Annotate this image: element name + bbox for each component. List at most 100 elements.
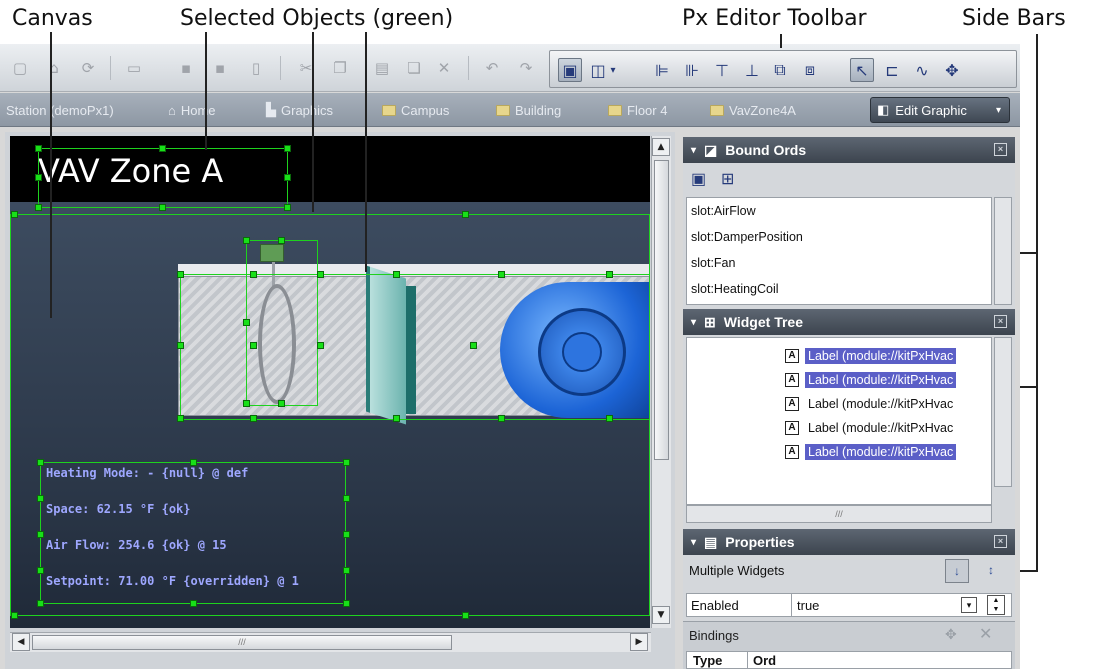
selection-handle[interactable] (317, 342, 324, 349)
selection-handle[interactable] (243, 319, 250, 326)
tree-item[interactable]: A Label (module://kitPxHvac (687, 344, 991, 368)
paste-icon[interactable]: ▤ (372, 58, 392, 78)
selection-handle[interactable] (284, 204, 291, 211)
browse-ord-icon[interactable]: ⊞ (721, 169, 734, 189)
home-icon[interactable]: ⌂ (44, 58, 64, 78)
list-item[interactable]: slot:DamperPosition (687, 224, 991, 250)
scroll-up-icon[interactable]: ▲ (652, 138, 670, 156)
tree-item[interactable]: A Label (module://kitPxHvac (687, 368, 991, 392)
refresh-icon[interactable]: ⟳ (78, 58, 98, 78)
selection-handle[interactable] (37, 600, 44, 607)
selection-handle[interactable] (278, 237, 285, 244)
selection-handle[interactable] (159, 204, 166, 211)
selection-handle[interactable] (462, 211, 469, 218)
selection-handle[interactable] (606, 271, 613, 278)
selection-handle[interactable] (243, 400, 250, 407)
selection-handle[interactable] (343, 600, 350, 607)
chevron-down-icon[interactable]: ▾ (606, 58, 620, 82)
widget-tree-hscroll[interactable]: /// (686, 505, 992, 523)
redo-icon[interactable]: ↷ (516, 58, 536, 78)
selection-handle[interactable] (177, 342, 184, 349)
delete-icon[interactable]: ✕ (434, 58, 454, 78)
selection-handle[interactable] (250, 415, 257, 422)
selection-handle[interactable] (393, 271, 400, 278)
selection-handle[interactable] (243, 237, 250, 244)
polygon-tool-icon[interactable]: ⊏ (880, 58, 904, 82)
tree-item[interactable]: A Label (module://kitPxHvac (687, 416, 991, 440)
close-icon[interactable]: × (994, 315, 1007, 328)
selection-handle[interactable] (343, 567, 350, 574)
selection-handle[interactable] (37, 459, 44, 466)
widget-palette-icon[interactable]: ▣ (558, 58, 582, 82)
list-item[interactable]: slot:AirFlow (687, 198, 991, 224)
selection-handle[interactable] (343, 459, 350, 466)
selection-handle[interactable] (498, 415, 505, 422)
selection-handle[interactable] (159, 145, 166, 152)
graphic-canvas[interactable]: VAV Zone A Heating Mode: - {null} @ def … (10, 136, 650, 628)
selection-handle[interactable] (37, 567, 44, 574)
scroll-down-icon[interactable]: ▼ (652, 606, 670, 624)
bound-ords-scrollbar[interactable] (994, 197, 1012, 305)
selection-handle[interactable] (393, 415, 400, 422)
crumb-station[interactable]: Station (demoPx1) (6, 101, 114, 119)
remove-binding-icon[interactable]: ✕ (979, 624, 992, 644)
widget-tree-header[interactable]: ▾ ⊞ Widget Tree × (683, 309, 1015, 335)
align-bottom-icon[interactable]: ⊥ (740, 58, 764, 82)
selection-handle[interactable] (317, 271, 324, 278)
add-point-icon[interactable]: ✥ (940, 58, 964, 82)
scroll-thumb[interactable] (654, 160, 669, 460)
selection-handle[interactable] (606, 415, 613, 422)
selection-handle[interactable] (35, 204, 42, 211)
bound-ords-header[interactable]: ▾ ◪ Bound Ords × (683, 137, 1015, 163)
selection-handle[interactable] (177, 271, 184, 278)
send-to-back-icon[interactable]: ⧈ (798, 58, 822, 82)
canvas-horizontal-scrollbar[interactable]: ◀ /// ▶ (10, 632, 651, 652)
bring-to-front-icon[interactable]: ⧉ (768, 58, 792, 82)
valve-actuator[interactable] (260, 244, 284, 262)
property-value[interactable]: true (797, 598, 819, 613)
spinner-icon[interactable]: ▲ ▼ (987, 595, 1005, 615)
crumb-vavzone[interactable]: VavZone4A (710, 101, 796, 119)
list-item[interactable]: slot:HeatingCoil (687, 276, 991, 302)
crumb-campus[interactable]: Campus (382, 101, 449, 119)
selection-handle[interactable] (278, 400, 285, 407)
export-icon[interactable]: ▯ (246, 58, 266, 78)
chevron-down-icon[interactable]: ▾ (961, 597, 977, 613)
close-icon[interactable]: × (994, 143, 1007, 156)
crumb-home[interactable]: ⌂ Home (168, 101, 216, 119)
undo-icon[interactable]: ↶ (482, 58, 502, 78)
selection-handle[interactable] (190, 459, 197, 466)
selection-handle[interactable] (470, 342, 477, 349)
scroll-right-icon[interactable]: ▶ (630, 633, 648, 651)
selection-handle[interactable] (177, 415, 184, 422)
add-binding-icon[interactable]: ✥ (945, 626, 957, 643)
crumb-graphics[interactable]: ▙ Graphics (266, 101, 333, 119)
sort-az-icon[interactable]: ↓ (945, 559, 969, 583)
selection-handle[interactable] (11, 211, 18, 218)
selection-handle[interactable] (35, 145, 42, 152)
column-header-ord[interactable]: Ord (753, 653, 776, 668)
setpoint-label[interactable]: Setpoint: 71.00 °F {overridden} @ 1 (46, 574, 346, 592)
selection-handle[interactable] (250, 342, 257, 349)
heating-mode-label[interactable]: Heating Mode: - {null} @ def (46, 466, 346, 484)
selection-handle[interactable] (284, 145, 291, 152)
path-tool-icon[interactable]: ∿ (910, 58, 934, 82)
selection-handle[interactable] (498, 271, 505, 278)
align-left-icon[interactable]: ⊫ (650, 58, 674, 82)
crumb-building[interactable]: Building (496, 101, 561, 119)
crumb-floor[interactable]: Floor 4 (608, 101, 667, 119)
selection-handle[interactable] (37, 495, 44, 502)
scroll-thumb[interactable]: /// (32, 635, 452, 650)
scroll-left-icon[interactable]: ◀ (12, 633, 30, 651)
tree-item[interactable]: A Label (module://kitPxHvac (687, 440, 991, 464)
property-row-enabled[interactable]: Enabled true ▾ ▲ ▼ (686, 593, 1012, 617)
select-tool-icon[interactable]: ↖ (850, 58, 874, 82)
selection-handle[interactable] (343, 531, 350, 538)
open-icon[interactable]: ▭ (124, 58, 144, 78)
tree-item[interactable]: A Label (module://kitPxHvac (687, 392, 991, 416)
sort-order-icon[interactable]: ↕ (979, 559, 1003, 583)
air-flow-label[interactable]: Air Flow: 254.6 {ok} @ 15 (46, 538, 346, 556)
damper-graphic[interactable] (366, 265, 406, 425)
heating-coil-graphic[interactable] (258, 284, 296, 404)
selection-handle[interactable] (11, 612, 18, 619)
